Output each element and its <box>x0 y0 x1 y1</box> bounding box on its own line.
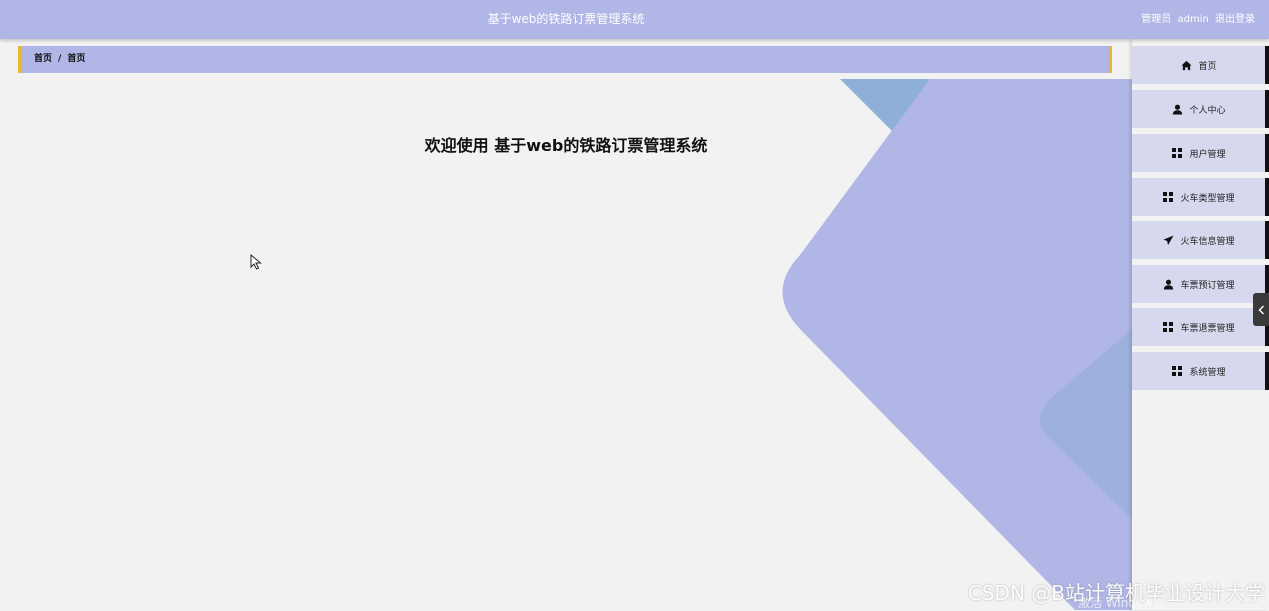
breadcrumb-separator: / <box>58 54 61 64</box>
sidebar-item-system-management[interactable]: 系统管理 <box>1132 352 1269 390</box>
user-area: 管理员 admin 退出登录 <box>1138 0 1255 39</box>
sidebar-item-train-type-management[interactable]: 火车类型管理 <box>1132 178 1269 216</box>
welcome-heading: 欢迎使用 基于web的铁路订票管理系统 <box>0 132 1132 156</box>
sidebar-item-personal-center[interactable]: 个人中心 <box>1132 90 1269 128</box>
mouse-cursor-icon <box>250 254 262 270</box>
grid-icon <box>1162 321 1174 333</box>
sidebar-item-label: 系统管理 <box>1189 365 1225 378</box>
home-icon <box>1180 59 1192 71</box>
user-role: 管理员 <box>1141 14 1171 25</box>
csdn-watermark: CSDN @B站计算机毕业设计大学 <box>968 577 1265 606</box>
sidebar-item-ticket-refund-management[interactable]: 车票退票管理 <box>1132 308 1269 346</box>
user-name: admin <box>1177 14 1208 25</box>
grid-icon <box>1162 191 1174 203</box>
app-title: 基于web的铁路订票管理系统 <box>0 0 1132 39</box>
sidebar-item-label: 首页 <box>1198 59 1216 72</box>
deco-diamond-large <box>783 79 1133 610</box>
sidebar-item-label: 车票退票管理 <box>1180 321 1234 334</box>
background-decoration <box>0 39 1132 610</box>
sidebar-item-label: 用户管理 <box>1189 147 1225 160</box>
user-icon <box>1162 278 1174 290</box>
grid-icon <box>1171 365 1183 377</box>
sidebar: 首页 个人中心 用户管理 火车类型管理 火车信息管理 车票预订管理 <box>1132 39 1269 610</box>
breadcrumb-current: 首页 <box>67 54 85 64</box>
paper-plane-icon <box>1162 234 1174 246</box>
sidebar-item-user-management[interactable]: 用户管理 <box>1132 134 1269 172</box>
sidebar-item-label: 火车信息管理 <box>1180 234 1234 247</box>
main-content: 首页 / 首页 欢迎使用 基于web的铁路订票管理系统 <box>0 39 1132 610</box>
sidebar-item-label: 车票预订管理 <box>1180 278 1234 291</box>
sidebar-item-train-info-management[interactable]: 火车信息管理 <box>1132 221 1269 259</box>
top-bar: 基于web的铁路订票管理系统 管理员 admin 退出登录 <box>0 0 1269 39</box>
logout-link[interactable]: 退出登录 <box>1215 14 1255 25</box>
sidebar-item-ticket-booking-management[interactable]: 车票预订管理 <box>1132 265 1269 303</box>
sidebar-item-label: 火车类型管理 <box>1180 191 1234 204</box>
sidebar-collapse-button[interactable] <box>1253 293 1269 326</box>
user-icon <box>1171 103 1183 115</box>
breadcrumb: 首页 / 首页 <box>18 46 1112 73</box>
sidebar-item-home[interactable]: 首页 <box>1132 46 1269 84</box>
grid-icon <box>1171 147 1183 159</box>
breadcrumb-home-link[interactable]: 首页 <box>34 54 52 64</box>
sidebar-item-label: 个人中心 <box>1189 103 1225 116</box>
chevron-left-icon <box>1258 305 1265 315</box>
